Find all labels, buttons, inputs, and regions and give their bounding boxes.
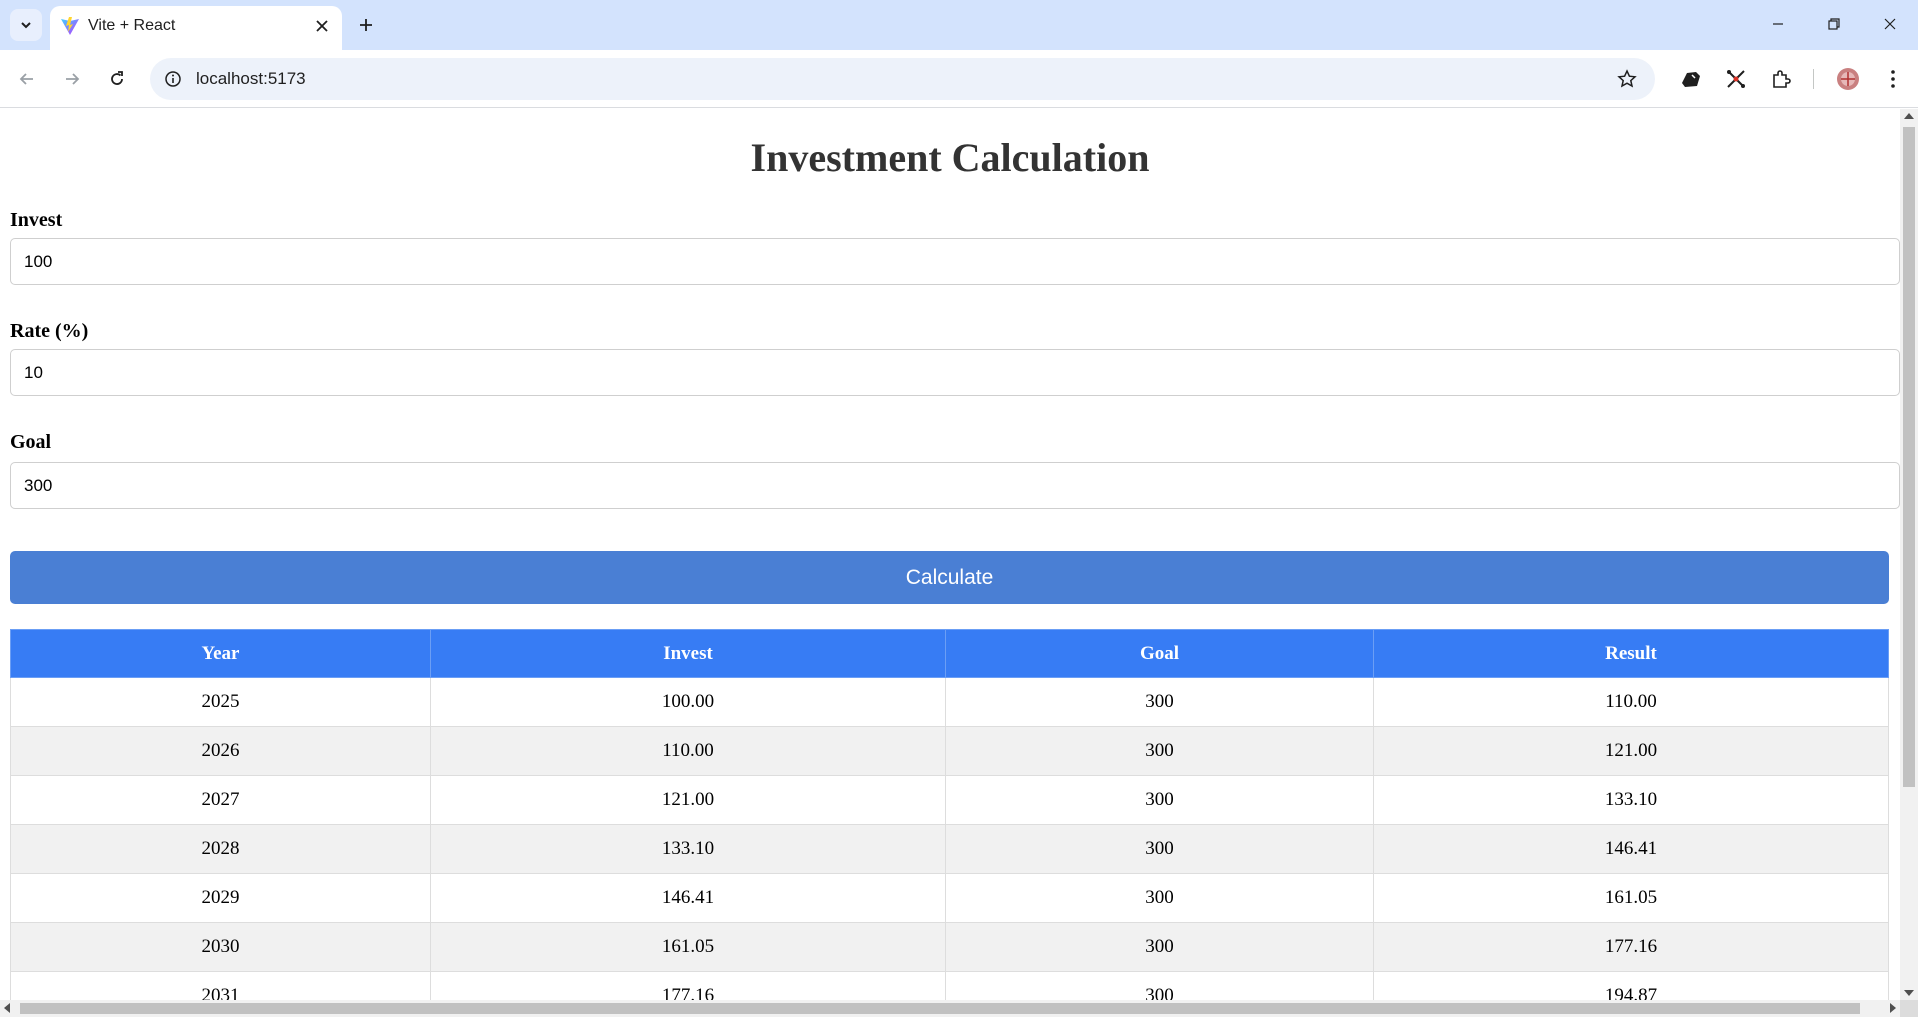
year-cell: 2025	[10, 677, 431, 727]
horizontal-scrollbar[interactable]	[0, 1000, 1900, 1017]
year-cell: 2031	[10, 971, 431, 1000]
table-row: 2031 177.16 300 194.87	[10, 971, 1889, 1000]
site-info-button[interactable]	[162, 68, 184, 90]
invest-cell: 110.00	[430, 726, 946, 776]
bookmark-button[interactable]	[1615, 67, 1639, 91]
scroll-left-arrow-icon[interactable]	[4, 1003, 10, 1013]
column-header-invest: Invest	[430, 629, 946, 678]
new-tab-button[interactable]	[350, 9, 382, 41]
chevron-down-icon	[21, 22, 31, 29]
plus-icon	[360, 19, 372, 31]
invest-label: Invest	[10, 209, 63, 231]
invest-cell: 161.05	[430, 922, 946, 972]
back-button[interactable]	[9, 61, 45, 97]
extension-button[interactable]	[1677, 65, 1705, 93]
extension-button[interactable]	[1722, 65, 1750, 93]
goal-cell: 300	[945, 971, 1374, 1000]
extensions-menu-button[interactable]	[1767, 65, 1795, 93]
extension-hat-icon	[1682, 72, 1700, 87]
page-title: Investment Calculation	[750, 135, 1150, 180]
reload-icon	[111, 71, 123, 85]
goal-cell: 300	[945, 873, 1374, 923]
calculate-button[interactable]: Calculate	[10, 551, 1889, 604]
scroll-down-arrow-icon[interactable]	[1904, 990, 1914, 996]
year-cell: 2028	[10, 824, 431, 874]
goal-cell: 300	[945, 922, 1374, 972]
goal-cell: 300	[945, 726, 1374, 776]
toolbar-divider	[1813, 69, 1814, 89]
result-cell: 110.00	[1373, 677, 1889, 727]
result-cell: 121.00	[1373, 726, 1889, 776]
goal-cell: 300	[945, 677, 1374, 727]
minimize-button[interactable]	[1750, 0, 1806, 48]
table-row: 2030 161.05 300 177.16	[10, 922, 1889, 972]
url-text[interactable]: localhost:5173	[196, 69, 306, 89]
page-viewport: Investment Calculation Invest 100 Rate (…	[0, 109, 1900, 1000]
year-cell: 2027	[10, 775, 431, 825]
column-header-year: Year	[10, 629, 431, 678]
result-cell: 177.16	[1373, 922, 1889, 972]
browser-toolbar: localhost:5173	[0, 50, 1918, 108]
close-window-button[interactable]	[1862, 0, 1918, 48]
result-cell: 133.10	[1373, 775, 1889, 825]
tab-strip: Vite + React	[0, 0, 1918, 50]
reload-button[interactable]	[99, 61, 135, 97]
browser-menu-button[interactable]	[1879, 65, 1907, 93]
year-cell: 2029	[10, 873, 431, 923]
year-cell: 2026	[10, 726, 431, 776]
table-header-row: Year Invest Goal Result	[10, 629, 1889, 678]
invest-cell: 100.00	[430, 677, 946, 727]
minimize-icon	[1773, 23, 1783, 25]
invest-cell: 133.10	[430, 824, 946, 874]
browser-tab[interactable]: Vite + React	[50, 6, 342, 50]
arrow-left-icon	[19, 73, 33, 85]
scroll-right-arrow-icon[interactable]	[1890, 1003, 1896, 1013]
invest-cell: 177.16	[430, 971, 946, 1000]
more-vert-icon	[1891, 70, 1895, 88]
profile-button[interactable]	[1834, 65, 1862, 93]
scroll-up-arrow-icon[interactable]	[1904, 113, 1914, 119]
table-row: 2028 133.10 300 146.41	[10, 824, 1889, 874]
column-header-result: Result	[1373, 629, 1889, 678]
restore-icon	[1828, 18, 1840, 30]
rate-input[interactable]: 10	[10, 349, 1900, 396]
close-icon	[316, 20, 328, 32]
forward-button[interactable]	[54, 61, 90, 97]
table-row: 2029 146.41 300 161.05	[10, 873, 1889, 923]
extension-tools-icon	[1727, 70, 1745, 88]
year-cell: 2030	[10, 922, 431, 972]
info-icon	[165, 71, 181, 87]
vertical-scrollbar[interactable]	[1900, 109, 1918, 1000]
result-cell: 194.87	[1373, 971, 1889, 1000]
avatar-icon	[1837, 68, 1859, 90]
invest-input[interactable]: 100	[10, 238, 1900, 285]
result-cell: 161.05	[1373, 873, 1889, 923]
goal-cell: 300	[945, 775, 1374, 825]
vertical-scroll-thumb[interactable]	[1903, 127, 1915, 787]
close-icon	[1884, 18, 1896, 30]
table-row: 2025 100.00 300 110.00	[10, 677, 1889, 727]
column-header-goal: Goal	[945, 629, 1374, 678]
table-row: 2027 121.00 300 133.10	[10, 775, 1889, 825]
close-tab-button[interactable]	[310, 14, 334, 38]
restore-button[interactable]	[1806, 0, 1862, 48]
tab-title: Vite + React	[88, 17, 176, 34]
rate-label: Rate (%)	[10, 320, 89, 342]
address-bar[interactable]: localhost:5173	[150, 58, 1655, 100]
table-row: 2026 110.00 300 121.00	[10, 726, 1889, 776]
scrollbar-corner	[1900, 1000, 1918, 1017]
results-table: Year Invest Goal Result 2025 100.00 300 …	[10, 629, 1889, 1000]
puzzle-icon	[1773, 70, 1791, 88]
star-icon	[1617, 69, 1637, 88]
invest-cell: 146.41	[430, 873, 946, 923]
goal-cell: 300	[945, 824, 1374, 874]
arrow-right-icon	[66, 73, 80, 85]
invest-cell: 121.00	[430, 775, 946, 825]
horizontal-scroll-thumb[interactable]	[20, 1003, 1860, 1014]
result-cell: 146.41	[1373, 824, 1889, 874]
goal-label: Goal	[10, 431, 52, 453]
goal-input[interactable]: 300	[10, 462, 1900, 509]
vite-logo-icon	[61, 17, 79, 35]
tab-search-button[interactable]	[10, 9, 42, 41]
